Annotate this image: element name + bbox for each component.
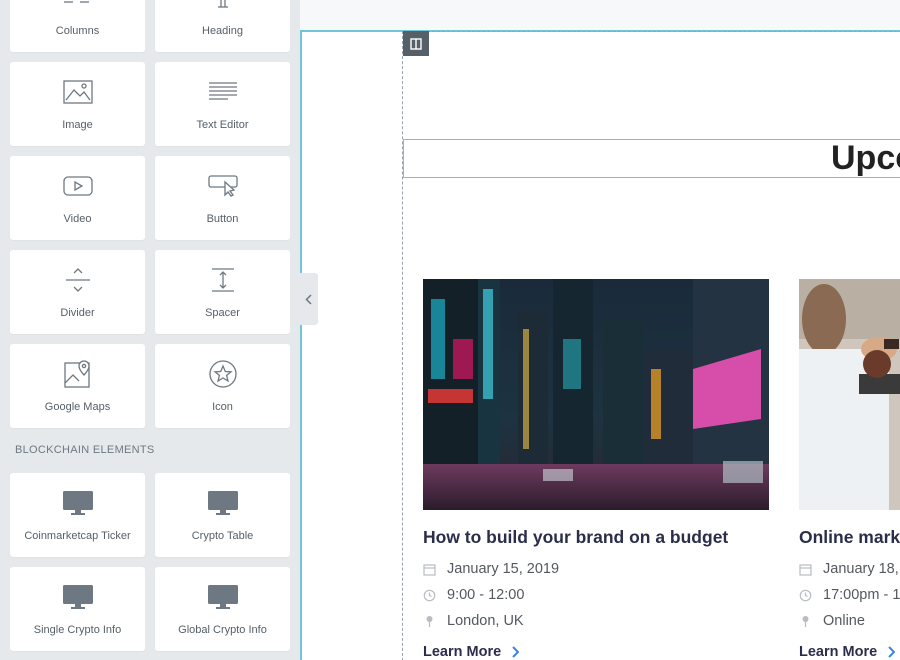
video-icon [10, 170, 145, 202]
learn-more-label: Learn More [799, 644, 878, 660]
monitor-icon [10, 487, 145, 519]
event-card: Online marke January 18, 17:00pm - 1 Onl… [799, 279, 900, 660]
monitor-icon [155, 581, 290, 613]
widget-label: Global Crypto Info [178, 624, 267, 636]
basic-widgets-grid: Columns Heading Image Text Editor Video [10, 0, 291, 428]
widget-label: Google Maps [44, 401, 111, 413]
event-location-row: Online [799, 608, 900, 634]
widget-label: Spacer [205, 307, 240, 319]
editor-canvas: Upco [300, 0, 900, 660]
learn-more-label: Learn More [423, 644, 502, 660]
event-meta: January 15, 2019 9:00 - 12:00 London, UK [423, 556, 769, 634]
widget-text-editor[interactable]: Text Editor [155, 62, 290, 146]
widget-google-maps[interactable]: Google Maps [10, 344, 145, 428]
chevron-right-icon [511, 646, 520, 658]
calendar-icon [799, 563, 823, 576]
column-edit-handle[interactable] [403, 31, 429, 56]
widget-label: Button [206, 213, 239, 225]
section-heading[interactable]: Upco [831, 138, 900, 178]
button-icon [155, 170, 290, 202]
widget-label: Text Editor [196, 119, 249, 131]
widget-label: Coinmarketcap Ticker [24, 530, 131, 542]
canvas-top-strip [300, 0, 900, 31]
spacer-icon [155, 264, 290, 296]
monitor-icon [155, 487, 290, 519]
event-title[interactable]: Online marke [799, 526, 900, 548]
text-editor-icon [155, 76, 290, 108]
event-time: 9:00 - 12:00 [447, 587, 525, 603]
event-date: January 15, 2019 [447, 561, 560, 577]
widget-label: Heading [202, 25, 243, 37]
event-date-row: January 18, [799, 556, 900, 582]
event-time: 17:00pm - 1 [823, 587, 900, 603]
event-date-row: January 15, 2019 [423, 556, 769, 582]
widget-spacer[interactable]: Spacer [155, 250, 290, 334]
clock-icon [799, 589, 823, 602]
widget-label: Columns [55, 25, 100, 37]
divider-icon [10, 264, 145, 296]
heading-widget-outline[interactable] [403, 139, 900, 178]
monitor-icon [10, 581, 145, 613]
widget-button[interactable]: Button [155, 156, 290, 240]
column-icon [410, 37, 422, 50]
widget-image[interactable]: Image [10, 62, 145, 146]
star-icon [155, 358, 290, 390]
event-location: London, UK [447, 613, 524, 629]
widget-label: Single Crypto Info [33, 624, 122, 636]
widget-label: Icon [212, 401, 233, 413]
widget-columns[interactable]: Columns [10, 0, 145, 52]
blockchain-widgets-grid: Coinmarketcap Ticker Crypto Table Single… [10, 473, 291, 651]
widget-crypto-table[interactable]: Crypto Table [155, 473, 290, 557]
event-card: How to build your brand on a budget Janu… [423, 279, 769, 660]
widget-coinmarketcap-ticker[interactable]: Coinmarketcap Ticker [10, 473, 145, 557]
widget-icon[interactable]: Icon [155, 344, 290, 428]
section-title-blockchain: BLOCKCHAIN ELEMENTS [15, 444, 155, 456]
event-title[interactable]: How to build your brand on a budget [423, 526, 769, 548]
event-date: January 18, [823, 561, 899, 577]
calendar-icon [423, 563, 447, 576]
widget-heading[interactable]: Heading [155, 0, 290, 52]
widget-single-crypto-info[interactable]: Single Crypto Info [10, 567, 145, 651]
columns-icon [10, 0, 145, 14]
chevron-right-icon [887, 646, 896, 658]
collapse-panel-button[interactable] [298, 273, 318, 325]
widget-divider[interactable]: Divider [10, 250, 145, 334]
widget-global-crypto-info[interactable]: Global Crypto Info [155, 567, 290, 651]
event-location-row: London, UK [423, 608, 769, 634]
event-time-row: 17:00pm - 1 [799, 582, 900, 608]
widget-video[interactable]: Video [10, 156, 145, 240]
widget-panel: Columns Heading Image Text Editor Video [0, 0, 300, 660]
widget-label: Crypto Table [191, 530, 254, 542]
pin-icon [423, 615, 447, 628]
widget-label: Divider [60, 307, 95, 319]
widget-label: Image [62, 119, 93, 131]
image-icon [10, 76, 145, 108]
heading-icon [155, 0, 290, 14]
learn-more-link[interactable]: Learn More [423, 644, 769, 660]
google-maps-icon [10, 358, 145, 390]
event-image-people[interactable] [799, 279, 900, 510]
event-meta: January 18, 17:00pm - 1 Online [799, 556, 900, 634]
event-image-city-night[interactable] [423, 279, 769, 510]
event-time-row: 9:00 - 12:00 [423, 582, 769, 608]
learn-more-link[interactable]: Learn More [799, 644, 900, 660]
pin-icon [799, 615, 823, 628]
chevron-left-icon [304, 293, 312, 305]
event-location: Online [823, 613, 865, 629]
clock-icon [423, 589, 447, 602]
widget-label: Video [63, 213, 92, 225]
